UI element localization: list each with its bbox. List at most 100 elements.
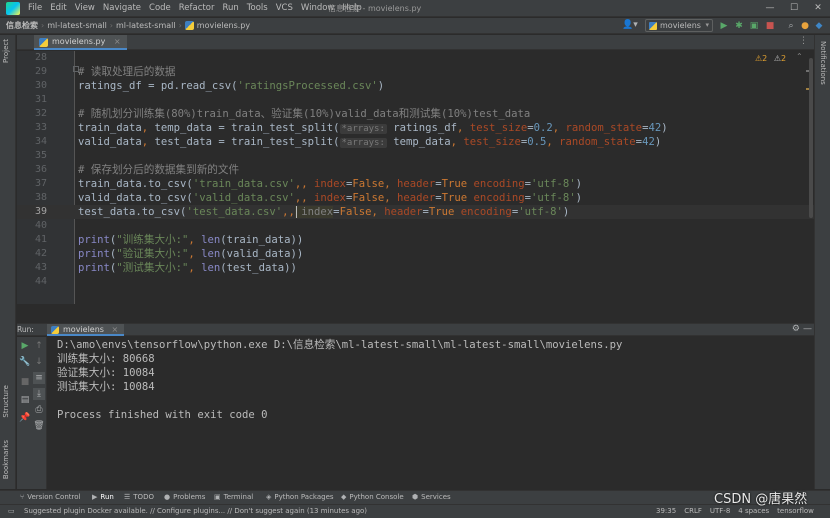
problems-tool[interactable]: ● Problems (164, 493, 205, 501)
minimize-icon[interactable]: — (758, 0, 782, 17)
menu-file[interactable]: File (28, 3, 42, 15)
code-token: header (390, 192, 436, 204)
menu-vcs[interactable]: VCS (276, 3, 293, 15)
maximize-icon[interactable]: ☐ (782, 0, 806, 17)
indent-setting[interactable]: 4 spaces (738, 507, 769, 515)
code-token: ) (654, 136, 662, 148)
search-icon[interactable]: ⌕ (785, 20, 797, 32)
debug-icon[interactable]: ✱ (733, 20, 745, 32)
updates-icon[interactable]: ● (799, 20, 811, 32)
packages-icon: ◈ (266, 493, 272, 501)
weak-warning-count: 2 (780, 54, 787, 63)
code-token: 'utf-8' (530, 192, 576, 204)
editor-scrollbar[interactable] (809, 58, 813, 218)
version-control-tool[interactable]: ⑂ Version Control (20, 493, 80, 501)
stop-icon[interactable]: ■ (19, 376, 31, 388)
line-number: 44 (34, 276, 47, 287)
line-separator[interactable]: CRLF (684, 507, 702, 515)
stop-icon[interactable]: ■ (764, 20, 776, 32)
gear-icon[interactable]: ⚙ (792, 324, 800, 334)
code-token: train_data.to_csv( (78, 178, 193, 190)
arrow-down-icon[interactable]: ↓ (33, 356, 45, 368)
scroll-to-end-icon[interactable]: ⤓ (33, 388, 45, 400)
code-token: len (194, 234, 221, 246)
code-token: "测试集大小:" (116, 262, 189, 274)
code-token: False (339, 206, 372, 218)
problems-icon: ● (164, 493, 171, 501)
breadcrumb-project[interactable]: 信息检索 (6, 20, 38, 31)
code-line: # 随机划分训练集(80%)train_data、验证集(10%)valid_d… (78, 107, 530, 121)
project-tool-tab[interactable]: Project (2, 39, 10, 63)
user-icon[interactable]: 👤▾ (622, 20, 638, 30)
run-config-selector[interactable]: movielens ▾ (645, 19, 713, 32)
breadcrumb-folder[interactable]: ml-latest-small (47, 21, 107, 30)
rerun-icon[interactable]: ▶ (19, 340, 31, 352)
line-number: 32 (34, 108, 47, 119)
pin-icon[interactable]: 📌 (19, 412, 31, 424)
menu-tools[interactable]: Tools (247, 3, 268, 15)
python-packages-tool[interactable]: ◈ Python Packages (266, 493, 334, 501)
line-number: 30 (34, 80, 47, 91)
run-tab-movielens[interactable]: movielens × (47, 324, 125, 336)
menu-refactor[interactable]: Refactor (179, 3, 215, 15)
python-interpreter[interactable]: tensorflow (777, 507, 814, 515)
minimize-icon[interactable]: — (803, 324, 812, 334)
run-tool[interactable]: ▶ Run (92, 493, 114, 501)
line-number: 35 (34, 150, 47, 161)
code-token: len (194, 248, 221, 260)
watermark: CSDN @唐果然 (714, 492, 808, 507)
menu-code[interactable]: Code (149, 3, 171, 15)
branch-icon: ⑂ (20, 493, 25, 501)
layout-icon[interactable]: ▤ (19, 394, 31, 406)
tool-window-bar: ⑂ Version Control ▶ Run ☰ TODO ● Problems ▣ T… (0, 490, 830, 504)
print-icon[interactable]: ⎙ (33, 404, 45, 416)
breadcrumb-file[interactable]: movielens.py (197, 21, 250, 30)
close-icon[interactable]: ✕ (806, 0, 830, 17)
inspection-widget[interactable]: ⚠2 ⚠2 (755, 54, 786, 63)
close-icon[interactable]: × (114, 37, 121, 46)
line-number: 38 (34, 192, 47, 203)
code-line: valid_data, test_data = train_test_split… (78, 135, 661, 150)
file-encoding[interactable]: UTF-8 (710, 507, 730, 515)
line-number: 40 (34, 220, 47, 231)
menu-run[interactable]: Run (222, 3, 238, 15)
tab-movielens-py[interactable]: movielens.py × (34, 35, 127, 50)
menu-edit[interactable]: Edit (50, 3, 66, 15)
arrow-up-icon[interactable]: ↑ (33, 340, 45, 352)
wrench-icon[interactable]: 🔧 (19, 356, 31, 368)
terminal-tool[interactable]: ▣ Terminal (214, 493, 253, 501)
status-message[interactable]: Suggested plugin Docker available. // Co… (24, 507, 367, 515)
caret-position[interactable]: 39:35 (656, 507, 676, 515)
run-console[interactable]: D:\amo\envs\tensorflow\python.exe D:\信息检… (47, 337, 814, 489)
bookmarks-tool-tab[interactable]: Bookmarks (2, 440, 10, 479)
window-controls: — ☐ ✕ (758, 0, 830, 17)
code-token: (valid_data)) (220, 248, 304, 260)
breadcrumb-subfolder[interactable]: ml-latest-small (116, 21, 176, 30)
code-token: random_state (552, 136, 636, 148)
console-line: D:\amo\envs\tensorflow\python.exe D:\信息检… (57, 339, 623, 351)
close-icon[interactable]: × (112, 325, 119, 334)
trash-icon[interactable]: 🗑 (33, 420, 45, 432)
menu-view[interactable]: View (75, 3, 95, 15)
more-icon[interactable]: ⋮ (799, 36, 808, 46)
tool-label: Python Packages (274, 493, 334, 501)
run-icon[interactable]: ▶ (718, 20, 730, 32)
code-token: 'train_data.csv' (192, 178, 295, 190)
python-console-tool[interactable]: ◆ Python Console (341, 493, 404, 501)
notification-icon[interactable]: ▭ (8, 507, 15, 515)
jetbrains-icon[interactable]: ◆ (813, 20, 825, 32)
soft-wrap-icon[interactable]: ≡ (33, 372, 45, 384)
coverage-icon[interactable]: ▣ (748, 20, 760, 32)
structure-tool-tab[interactable]: Structure (2, 385, 10, 418)
services-tool[interactable]: ⬢ Services (412, 493, 451, 501)
chevron-up-icon[interactable]: ⌃ (796, 52, 803, 61)
code-token: index (307, 192, 346, 204)
warning-count: 2 (762, 54, 768, 63)
code-token: ratings_df = pd.read_csv( (78, 80, 238, 92)
menu-navigate[interactable]: Navigate (103, 3, 141, 15)
todo-tool[interactable]: ☰ TODO (124, 493, 154, 501)
services-icon: ⬢ (412, 493, 419, 501)
code-token: , (288, 206, 295, 218)
notifications-tool-tab[interactable]: Notifications (819, 41, 827, 85)
run-config-label: movielens (660, 21, 701, 30)
